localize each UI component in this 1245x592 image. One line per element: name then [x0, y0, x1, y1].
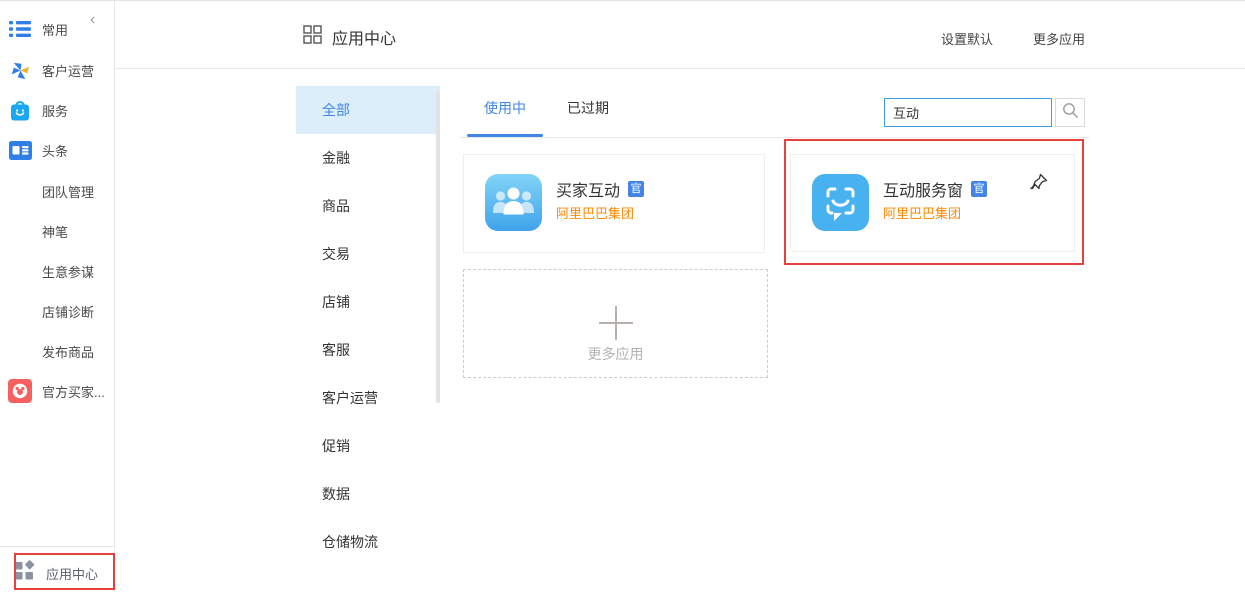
sidebar-item-label: 应用中心	[46, 564, 98, 583]
category-item-goods[interactable]: 商品	[296, 182, 440, 230]
shopping-bag-icon	[8, 98, 32, 122]
newspaper-icon	[8, 138, 32, 162]
buyer-interaction-app-icon	[485, 174, 542, 231]
app-card-maijiahudong[interactable]: 买家互动 官 阿里巴巴集团	[463, 154, 765, 253]
search-icon	[1062, 102, 1079, 124]
sidebar-item-label: 头条	[42, 141, 68, 160]
app-title-text: 互动服务窗	[883, 177, 963, 201]
sidebar-item-guanfangmaijia[interactable]: 官方买家...	[0, 378, 115, 404]
sidebar-item-label: 服务	[42, 101, 68, 120]
sidebar-item-label: 神笔	[42, 222, 68, 241]
sidebar-item-label: 客户运营	[42, 61, 94, 80]
sidebar-item-label: 官方买家...	[42, 382, 105, 401]
app-vendor-link[interactable]: 阿里巴巴集团	[883, 203, 961, 222]
app-title-text: 买家互动	[556, 177, 620, 201]
pinwheel-icon	[8, 58, 32, 82]
app-title: 互动服务窗 官	[883, 177, 987, 201]
app-card-hudongfuwuchuang[interactable]: 互动服务窗 官 阿里巴巴集团	[790, 154, 1075, 252]
sidebar-item-label: 团队管理	[42, 182, 94, 201]
sidebar-item-label: 生意参谋	[42, 262, 94, 281]
app-center-window: ‹ 常用	[0, 0, 1245, 592]
page-title: 应用中心	[303, 25, 396, 49]
grid-outline-icon	[303, 25, 322, 49]
category-item-promotion[interactable]: 促销	[296, 422, 440, 470]
category-item-logistics[interactable]: 仓储物流	[296, 518, 440, 566]
sidebar-item-changyong[interactable]: 常用	[0, 16, 115, 42]
sidebar-item-fabushangpin[interactable]: 发布商品	[0, 338, 115, 364]
sidebar-item-shengyicanmou[interactable]: 生意参谋	[0, 258, 115, 284]
sidebar-item-toutiao[interactable]: 头条	[0, 137, 115, 163]
category-item-data[interactable]: 数据	[296, 470, 440, 518]
more-apps-button[interactable]: 更多应用	[1033, 29, 1085, 48]
pin-icon[interactable]	[1027, 172, 1049, 199]
category-item-trade[interactable]: 交易	[296, 230, 440, 278]
category-item-all[interactable]: 全部	[296, 86, 440, 134]
app-vendor-link[interactable]: 阿里巴巴集团	[556, 203, 634, 222]
tab-in-use[interactable]: 使用中	[467, 86, 543, 137]
set-default-button[interactable]: 设置默认	[941, 29, 993, 48]
app-grid-icon	[14, 560, 35, 586]
app-title: 买家互动 官	[556, 177, 644, 201]
sidebar-item-shenbi[interactable]: 神笔	[0, 218, 115, 244]
category-list: 全部 金融 商品 交易 店铺 客服 客户运营 促销 数据 仓储物流	[296, 86, 440, 566]
mascot-icon	[8, 379, 32, 403]
page-header: 应用中心 设置默认 更多应用	[115, 1, 1245, 69]
category-item-service[interactable]: 客服	[296, 326, 440, 374]
category-item-customer-ops[interactable]: 客户运营	[296, 374, 440, 422]
page-title-text: 应用中心	[332, 25, 396, 49]
sidebar-item-kehuyunying[interactable]: 客户运营	[0, 57, 115, 83]
sidebar-item-tuandui[interactable]: 团队管理	[0, 178, 115, 204]
sidebar-item-label: 常用	[42, 20, 68, 39]
category-scrollbar[interactable]	[436, 91, 440, 403]
category-item-finance[interactable]: 金融	[296, 134, 440, 182]
search-input[interactable]	[884, 98, 1052, 127]
left-sidebar: ‹ 常用	[0, 1, 115, 592]
header-actions: 设置默认 更多应用	[941, 29, 1085, 48]
interactive-service-window-app-icon	[812, 174, 869, 231]
tab-expired[interactable]: 已过期	[558, 86, 618, 137]
sidebar-item-dianpuzhenduan[interactable]: 店铺诊断	[0, 298, 115, 324]
more-apps-label: 更多应用	[464, 344, 767, 364]
sidebar-item-label: 店铺诊断	[42, 302, 94, 321]
sidebar-divider	[0, 546, 115, 547]
official-badge: 官	[971, 181, 987, 197]
official-badge: 官	[628, 181, 644, 197]
list-icon	[8, 17, 32, 41]
sidebar-item-app-center[interactable]: 应用中心	[0, 559, 115, 585]
sidebar-item-label: 发布商品	[42, 342, 94, 361]
search-area	[884, 98, 1085, 127]
more-apps-card[interactable]: 更多应用	[463, 269, 768, 378]
sidebar-item-fuwu[interactable]: 服务	[0, 97, 115, 123]
search-button[interactable]	[1055, 98, 1085, 127]
category-item-shop[interactable]: 店铺	[296, 278, 440, 326]
plus-icon	[599, 306, 633, 340]
